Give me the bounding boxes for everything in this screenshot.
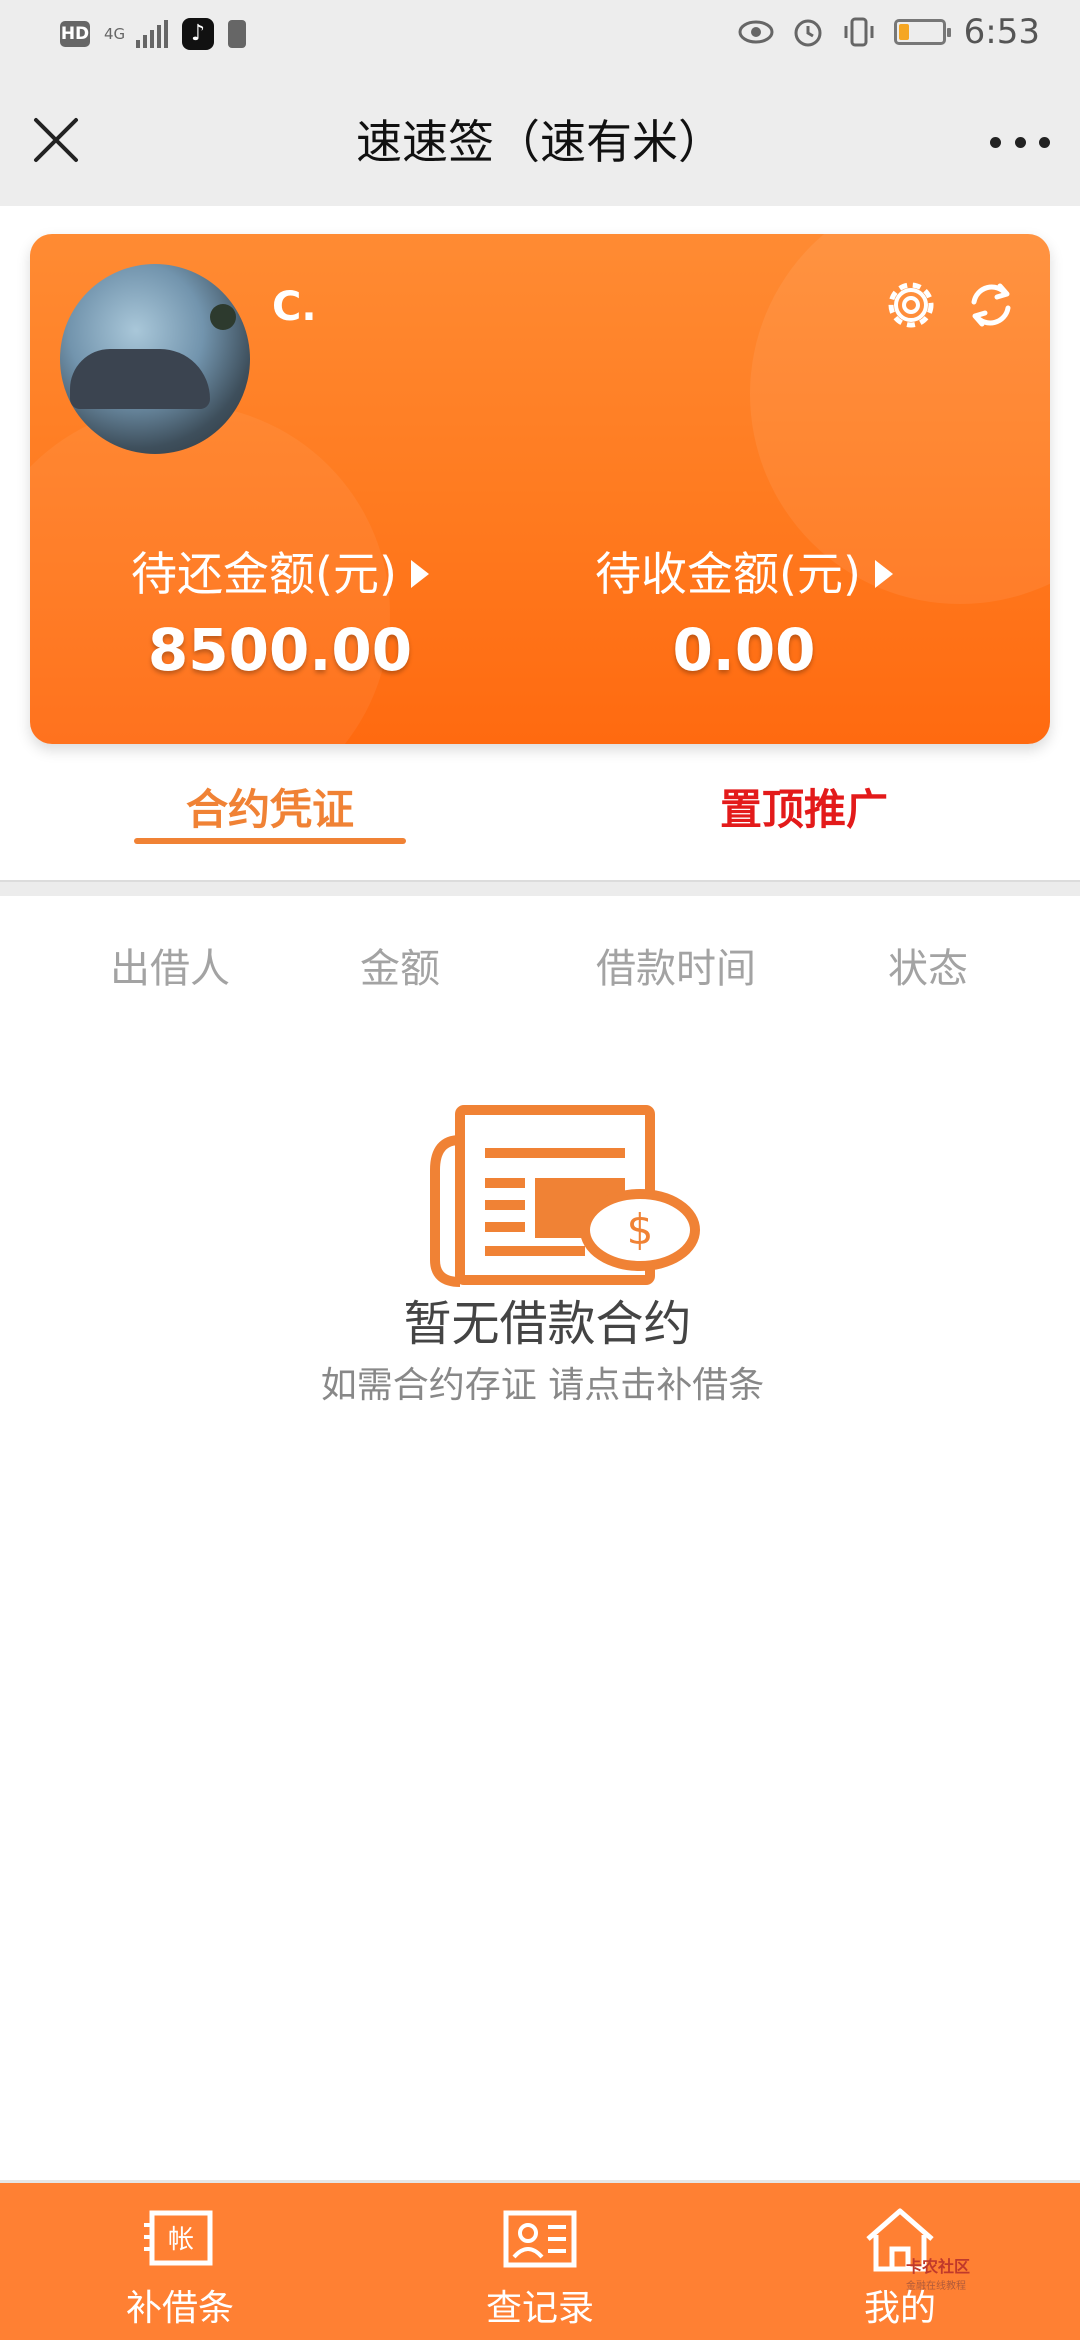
pending-repay-value: 8500.00 [147,616,413,684]
username: C. [272,284,317,330]
notification-icon [228,20,246,48]
avatar[interactable] [60,264,250,454]
watermark-title: 卡农社区 [906,2257,971,2276]
bottom-nav-label: 补借条 [125,2288,234,2329]
column-header-status: 状态 [888,946,968,992]
id-card-icon [503,2210,577,2268]
empty-state-title: 暂无借款合约 [403,1296,692,1352]
eye-icon [738,20,774,44]
svg-text:帐: 帐 [168,2225,194,2255]
empty-state-subtitle: 如需合约存证 请点击补借条 [320,1365,765,1406]
column-header-amount: 金额 [360,946,440,992]
pending-receive-label-row: 待收金额(元) [595,544,893,604]
tab-contract[interactable]: 合约凭证 [135,776,405,837]
gear-icon[interactable] [880,274,942,336]
column-header-lender: 出借人 [110,946,230,992]
pending-repay-label: 待还金额(元) [131,547,397,601]
battery-level [898,24,909,40]
more-menu-icon[interactable] [990,114,1050,170]
clock: 6:53 [963,12,1040,52]
empty-contract-icon: $ [430,1105,700,1287]
account-note-icon: 帐 [144,2210,213,2266]
pending-repay-label-row: 待还金额(元) [131,544,429,604]
tab-active-indicator [134,838,406,844]
status-left: HD 4G ♪ [60,18,246,50]
bottom-nav: 帐 补借条 查记录 我的 卡农社区 金融在线教程 [0,2180,1080,2340]
dollar-sign: $ [627,1205,654,1254]
pending-receive-label: 待收金额(元) [595,547,861,601]
pending-receive-value: 0.00 [672,616,816,684]
tiktok-notification-icon: ♪ [182,18,214,50]
signal-icon [136,20,168,48]
nav-bar: 速速签（速有米） [0,78,1080,206]
bottom-nav-records[interactable]: 查记录 [390,2183,690,2331]
hd-icon: HD [60,21,90,47]
pending-receive-block[interactable]: 待收金额(元) 0.00 [595,544,1020,684]
tab-promotion[interactable]: 置顶推广 [720,776,888,837]
network-type: 4G [104,25,126,43]
bottom-nav-label: 查记录 [485,2288,594,2329]
alarm-icon [794,19,822,47]
vibrate-icon [844,17,874,47]
bottom-nav-add-iou[interactable]: 帐 补借条 [30,2183,330,2331]
watermark-subtitle: 金融在线教程 [906,2281,966,2292]
status-bar: HD 4G ♪ 6:53 [0,0,1080,78]
arrow-right-icon [410,560,429,588]
table-header: 出借人 金额 借款时间 状态 [0,930,1080,1000]
battery-icon [893,19,951,45]
tab-bar: 合约凭证 置顶推广 [0,760,1080,860]
pending-repay-block[interactable]: 待还金额(元) 8500.00 [110,544,510,684]
account-card: C. 待还金额(元) 8500.00 待收金额(元) 0.00 [30,234,1050,744]
status-right: 6:53 [738,12,1040,52]
refresh-icon[interactable] [960,274,1022,336]
page-title: 速速签（速有米） [356,115,724,169]
arrow-right-icon [874,560,893,588]
column-header-loan-time: 借款时间 [596,946,756,992]
section-divider [0,880,1080,896]
watermark: 卡农社区 金融在线教程 [906,2253,1026,2293]
